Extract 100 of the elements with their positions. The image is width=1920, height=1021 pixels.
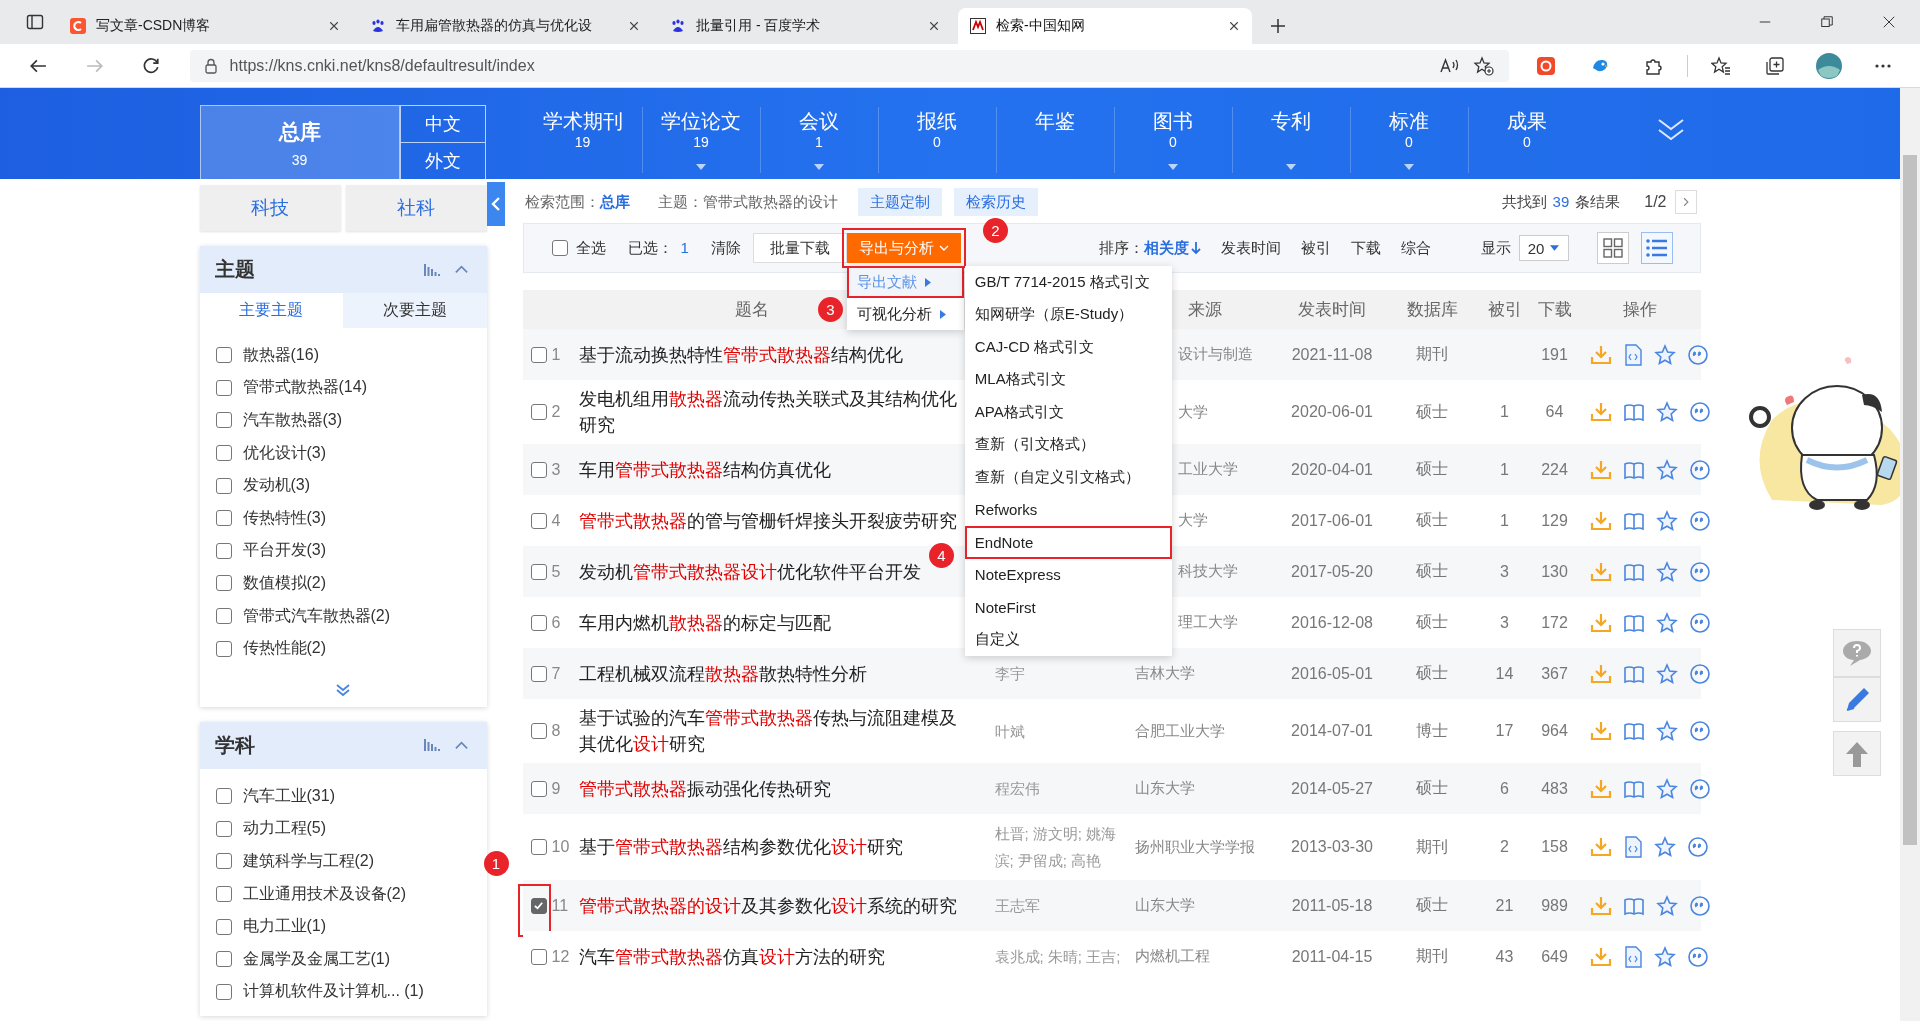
- checkbox[interactable]: [215, 951, 232, 968]
- feedback-button[interactable]: [1833, 629, 1881, 677]
- open-book-icon[interactable]: [1622, 459, 1645, 480]
- collapse-sidebar-button[interactable]: [486, 182, 505, 226]
- column-header[interactable]: 发表时间: [1279, 298, 1385, 321]
- star-icon[interactable]: [1655, 894, 1678, 917]
- edit-button[interactable]: [1833, 677, 1881, 722]
- facet-label[interactable]: 数值模拟(2): [242, 572, 327, 594]
- menu-item[interactable]: NoteFirst: [964, 591, 1172, 624]
- grid-view-button[interactable]: [1596, 232, 1629, 264]
- menu-item[interactable]: NoteExpress: [964, 558, 1172, 591]
- source-name[interactable]: 扬州职业大学学报: [1129, 837, 1280, 857]
- collections-icon[interactable]: [1765, 55, 1785, 76]
- download-icon[interactable]: [1589, 720, 1612, 742]
- quote-icon[interactable]: [1688, 509, 1711, 532]
- menu-item[interactable]: 可视化分析: [846, 298, 964, 330]
- search-chip-button[interactable]: 主题定制: [857, 188, 942, 216]
- quote-icon[interactable]: [1688, 662, 1711, 685]
- search-chip-button[interactable]: 检索历史: [953, 188, 1038, 216]
- sort-option[interactable]: 发表时间: [1220, 238, 1281, 258]
- download-icon[interactable]: [1589, 836, 1612, 858]
- star-icon[interactable]: [1655, 509, 1678, 532]
- clear-link[interactable]: 清除: [710, 238, 741, 258]
- caret-icon[interactable]: [1286, 164, 1296, 170]
- column-header[interactable]: 数据库: [1384, 298, 1480, 321]
- tab-actions-icon[interactable]: [26, 13, 44, 31]
- facet-label[interactable]: 动力工程(5): [242, 818, 327, 840]
- facet-label[interactable]: 发动机(3): [242, 475, 311, 497]
- menu-item[interactable]: APA格式引文: [964, 396, 1172, 429]
- next-page-button[interactable]: [1674, 190, 1697, 214]
- download-icon[interactable]: [1589, 458, 1612, 481]
- download-icon[interactable]: [1589, 945, 1612, 968]
- open-book-icon[interactable]: [1622, 510, 1645, 531]
- category-tab[interactable]: 社科: [345, 185, 487, 231]
- close-icon[interactable]: [1883, 16, 1895, 28]
- download-icon[interactable]: [1589, 894, 1612, 917]
- caret-icon[interactable]: [1168, 164, 1178, 170]
- checkbox[interactable]: [215, 886, 232, 902]
- facet-label[interactable]: 散热器(16): [242, 344, 319, 366]
- scrollbar[interactable]: [1900, 88, 1920, 1021]
- article-title[interactable]: 汽车管带式散热器仿真设计方法的研究: [574, 943, 965, 970]
- star-icon[interactable]: [1655, 777, 1678, 800]
- browser-tab[interactable]: 写文章-CSDN博客: [58, 8, 352, 44]
- document-icon[interactable]: [1622, 945, 1643, 968]
- browser-tab[interactable]: 车用扁管散热器的仿真与优化设: [358, 8, 652, 44]
- open-book-icon[interactable]: [1622, 895, 1645, 916]
- download-icon[interactable]: [1589, 777, 1612, 800]
- bar-chart-icon[interactable]: [423, 262, 440, 277]
- star-icon[interactable]: [1653, 836, 1676, 858]
- nav-label[interactable]: 图书: [1153, 109, 1193, 133]
- facet-label[interactable]: 汽车工业(31): [242, 785, 335, 807]
- checkbox[interactable]: [530, 461, 547, 478]
- star-icon[interactable]: [1655, 458, 1678, 481]
- checkbox[interactable]: [215, 983, 232, 1000]
- menu-item[interactable]: CAJ-CD 格式引文: [964, 331, 1172, 364]
- checkbox[interactable]: [215, 379, 232, 396]
- article-title[interactable]: 管带式散热器的设计及其参数化设计系统的研究: [574, 892, 965, 919]
- facet-label[interactable]: 建筑科学与工程(2): [242, 850, 375, 872]
- facet-label[interactable]: 工业通用技术及设备(2): [242, 883, 407, 905]
- facet-label[interactable]: 金属学及金属工艺(1): [242, 948, 391, 970]
- article-title[interactable]: 基于流动换热特性管带式散热器结构优化: [574, 341, 965, 368]
- column-header[interactable]: 被引: [1479, 298, 1530, 321]
- checkbox[interactable]: [530, 404, 547, 420]
- article-title[interactable]: 工程机械双流程散热器散热特性分析: [574, 660, 965, 687]
- checkbox[interactable]: [530, 614, 547, 631]
- article-title[interactable]: 车用内燃机散热器的标定与匹配: [574, 609, 965, 636]
- plus-icon[interactable]: [1270, 18, 1286, 34]
- select-all-label[interactable]: 全选: [575, 238, 606, 258]
- facet-label[interactable]: 传热特性(3): [242, 507, 327, 529]
- caret-icon[interactable]: [696, 164, 706, 170]
- column-header[interactable]: 操作: [1579, 298, 1701, 321]
- facet-label[interactable]: 传热性能(2): [242, 638, 327, 660]
- menu-item[interactable]: GB/T 7714-2015 格式引文: [964, 266, 1172, 299]
- database-tab[interactable]: 总库 39: [199, 105, 400, 179]
- checkbox[interactable]: [215, 640, 232, 657]
- menu-item[interactable]: EndNote: [964, 526, 1172, 559]
- nav-label[interactable]: 会议: [799, 109, 839, 133]
- menu-item[interactable]: MLA格式引文: [964, 363, 1172, 396]
- checkbox[interactable]: [215, 918, 232, 935]
- back-to-top-button[interactable]: [1833, 731, 1881, 776]
- language-tab[interactable]: 外文: [399, 143, 486, 179]
- download-icon[interactable]: [1589, 509, 1612, 532]
- star-icon[interactable]: [1655, 662, 1678, 685]
- star-icon[interactable]: [1655, 720, 1678, 742]
- subtopic-tab[interactable]: 次要主题: [343, 293, 487, 328]
- download-icon[interactable]: [1589, 560, 1612, 583]
- facet-label[interactable]: 优化设计(3): [242, 442, 327, 464]
- open-book-icon[interactable]: [1622, 778, 1645, 799]
- quote-icon[interactable]: [1686, 836, 1709, 858]
- nav-label[interactable]: 学术期刊: [542, 109, 623, 133]
- category-tab[interactable]: 科技: [199, 185, 341, 231]
- checkbox[interactable]: [215, 608, 232, 625]
- quote-icon[interactable]: [1688, 720, 1711, 742]
- article-title[interactable]: 基于管带式散热器结构参数优化设计研究: [574, 834, 965, 860]
- checkbox[interactable]: [215, 510, 232, 527]
- checkbox[interactable]: [215, 477, 232, 494]
- download-icon[interactable]: [1589, 343, 1612, 366]
- bar-chart-icon[interactable]: [423, 738, 440, 753]
- open-book-icon[interactable]: [1622, 561, 1645, 582]
- sort-option[interactable]: 下载: [1350, 238, 1381, 258]
